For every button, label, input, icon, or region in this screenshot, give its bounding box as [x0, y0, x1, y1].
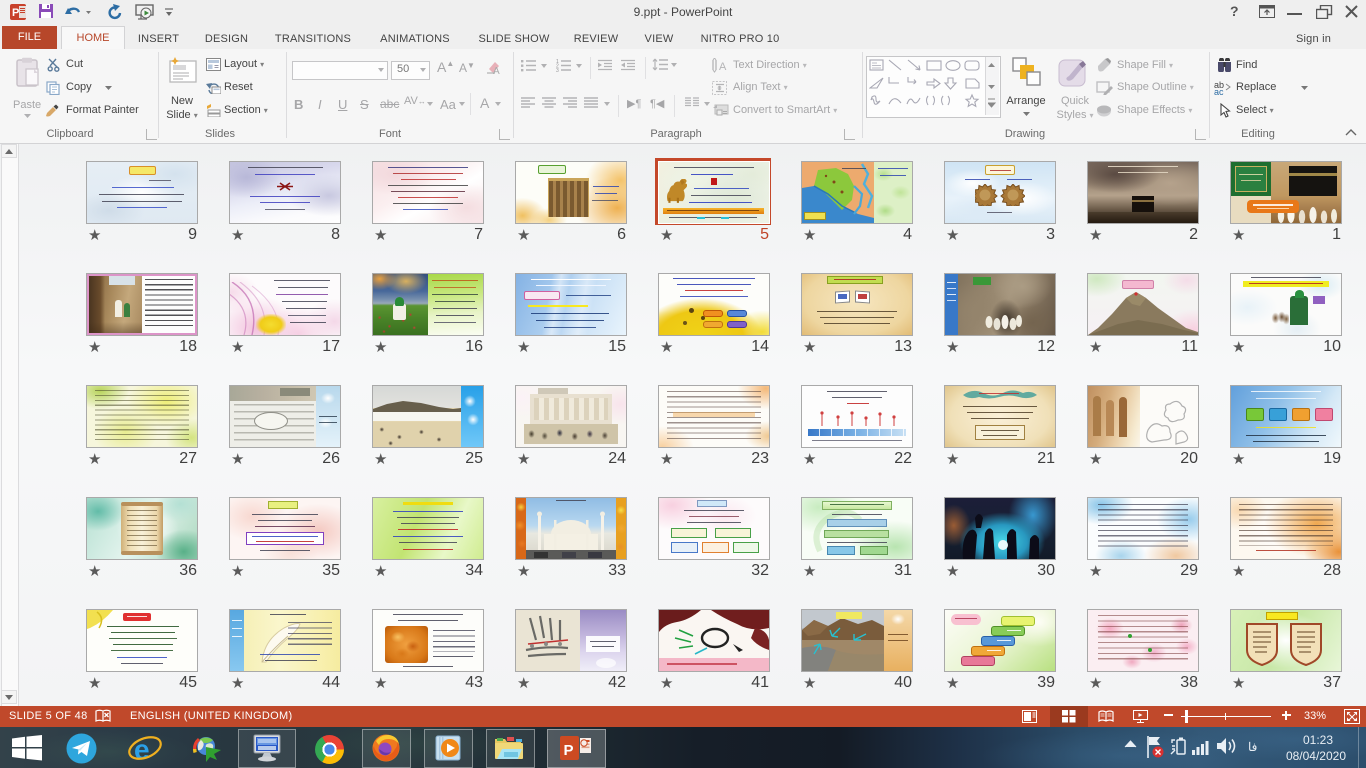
svg-text:3: 3	[556, 68, 559, 73]
svg-text:P: P	[564, 742, 574, 759]
svg-text:ac: ac	[1214, 87, 1224, 95]
svg-text:A: A	[493, 66, 500, 75]
svg-text:A: A	[719, 61, 727, 73]
